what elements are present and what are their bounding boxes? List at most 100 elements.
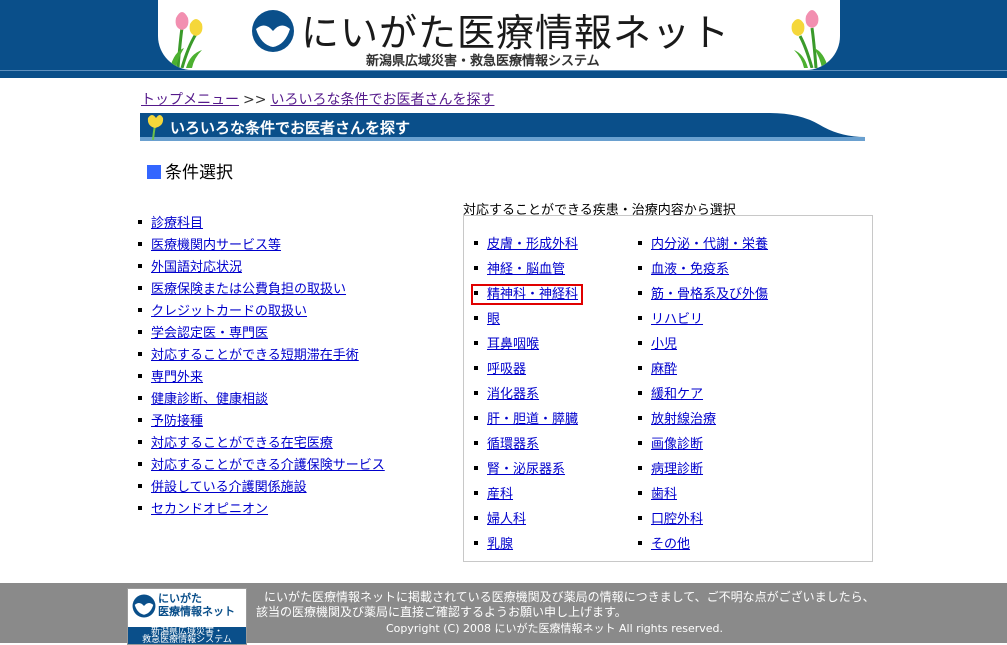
list-item: 緩和ケア: [638, 383, 768, 408]
breadcrumb-top-link[interactable]: トップメニュー: [141, 92, 239, 108]
condition-link[interactable]: クレジットカードの取扱い: [151, 304, 307, 319]
list-item: 対応することができる短期滞在手術: [138, 344, 385, 366]
disease-link[interactable]: 婦人科: [487, 512, 526, 527]
disease-link[interactable]: 口腔外科: [651, 512, 703, 527]
bullet-icon: [638, 341, 642, 345]
list-item: リハビリ: [638, 308, 768, 333]
bullet-icon: [474, 266, 478, 270]
bullet-icon: [138, 462, 142, 466]
disease-link[interactable]: リハビリ: [651, 312, 703, 327]
section-title-bar: いろいろな条件でお医者さんを探す: [140, 113, 865, 141]
disease-link[interactable]: 病理診断: [651, 462, 703, 477]
heading-square-icon: [147, 165, 161, 179]
header-banner[interactable]: にいがた医療情報ネット 新潟県広域災害・救急医療情報システム: [158, 0, 840, 70]
disease-link[interactable]: 血液・免疫系: [651, 262, 729, 277]
site-subtitle: 新潟県広域災害・救急医療情報システム: [366, 54, 600, 69]
bullet-icon: [474, 366, 478, 370]
list-item: 腎・泌尿器系: [474, 458, 580, 483]
list-item: 対応することができる在宅医療: [138, 432, 385, 454]
disease-link[interactable]: 内分泌・代謝・栄養: [651, 237, 768, 252]
list-item: 学会認定医・専門医: [138, 322, 385, 344]
footer-logo-subtitle: 新潟県広域災害・ 救急医療情報システム: [128, 627, 246, 644]
list-item: 産科: [474, 483, 580, 508]
condition-heading-text: 条件選択: [165, 163, 233, 183]
tulip-right-icon: [791, 10, 828, 68]
disease-link[interactable]: 小児: [651, 337, 677, 352]
condition-link[interactable]: 併設している介護関係施設: [151, 480, 307, 495]
list-item: 耳鼻咽喉: [474, 333, 580, 358]
condition-link[interactable]: 診療科目: [151, 216, 203, 231]
list-item: 口腔外科: [638, 508, 768, 533]
disease-link[interactable]: 呼吸器: [487, 362, 526, 377]
site-header: にいがた医療情報ネット 新潟県広域災害・救急医療情報システム: [0, 0, 1007, 78]
footer-notice: にいがた医療情報ネットに掲載されている医療機関及び薬局の情報につきまして、ご不明…: [256, 590, 896, 620]
disease-link[interactable]: 眼: [487, 312, 500, 327]
list-item: 健康診断、健康相談: [138, 388, 385, 410]
list-item: 専門外来: [138, 366, 385, 388]
list-item: 眼: [474, 308, 580, 333]
disease-link[interactable]: 産科: [487, 487, 513, 502]
list-item: 婦人科: [474, 508, 580, 533]
disease-link[interactable]: 放射線治療: [651, 412, 716, 427]
footer-logo-name-line2: 医療情報ネット: [158, 605, 235, 618]
condition-link[interactable]: 外国語対応状況: [151, 260, 242, 275]
condition-link[interactable]: 医療機関内サービス等: [151, 238, 281, 253]
disease-panel: 皮膚・形成外科 神経・脳血管 精神科・神経科 眼 耳鼻咽喉 呼吸器 消化器系 肝…: [463, 215, 873, 562]
list-item: 肝・胆道・膵臓: [474, 408, 580, 433]
disease-link[interactable]: 緩和ケア: [651, 387, 703, 402]
footer-logo[interactable]: にいがた 医療情報ネット 新潟県広域災害・ 救急医療情報システム: [127, 588, 247, 645]
list-item: 循環器系: [474, 433, 580, 458]
condition-link[interactable]: セカンドオピニオン: [151, 502, 268, 517]
bullet-icon: [474, 416, 478, 420]
condition-link[interactable]: 学会認定医・専門医: [151, 326, 268, 341]
list-item: 乳腺: [474, 533, 580, 558]
list-item: 血液・免疫系: [638, 258, 768, 283]
condition-link[interactable]: 健康診断、健康相談: [151, 392, 268, 407]
bullet-icon: [638, 266, 642, 270]
disease-link-psychiatry[interactable]: 精神科・神経科: [487, 287, 578, 302]
list-item: 内分泌・代謝・栄養: [638, 233, 768, 258]
disease-link[interactable]: 神経・脳血管: [487, 262, 565, 277]
bullet-icon: [638, 316, 642, 320]
bullet-icon: [138, 220, 142, 224]
footer-logo-name: にいがた 医療情報ネット: [158, 592, 235, 618]
list-item: 小児: [638, 333, 768, 358]
condition-link[interactable]: 医療保険または公費負担の取扱い: [151, 282, 346, 297]
disease-link[interactable]: 歯科: [651, 487, 677, 502]
condition-link[interactable]: 対応することができる介護保険サービス: [151, 458, 385, 473]
site-footer: にいがた 医療情報ネット 新潟県広域災害・ 救急医療情報システム にいがた医療情…: [0, 583, 1007, 645]
list-item: 対応することができる介護保険サービス: [138, 454, 385, 476]
disease-link[interactable]: その他: [651, 537, 690, 552]
disease-link[interactable]: 皮膚・形成外科: [487, 237, 578, 252]
footer-logo-icon: [132, 594, 156, 618]
bullet-icon: [138, 418, 142, 422]
disease-link[interactable]: 耳鼻咽喉: [487, 337, 539, 352]
list-item: 麻酔: [638, 358, 768, 383]
selected-highlight: 精神科・神経科: [470, 284, 584, 305]
disease-link[interactable]: 画像診断: [651, 437, 703, 452]
disease-link[interactable]: 乳腺: [487, 537, 513, 552]
bullet-icon: [474, 491, 478, 495]
condition-link[interactable]: 専門外来: [151, 370, 203, 385]
bullet-icon: [638, 391, 642, 395]
breadcrumb-current-link[interactable]: いろいろな条件でお医者さんを探す: [270, 92, 494, 108]
bullet-icon: [138, 374, 142, 378]
bullet-icon: [638, 441, 642, 445]
condition-link[interactable]: 予防接種: [151, 414, 203, 429]
bullet-icon: [638, 291, 642, 295]
condition-link[interactable]: 対応することができる短期滞在手術: [151, 348, 359, 363]
disease-link[interactable]: 肝・胆道・膵臓: [487, 412, 578, 427]
bullet-icon: [474, 466, 478, 470]
list-item: 精神科・神経科: [470, 283, 584, 308]
disease-link[interactable]: 筋・骨格系及び外傷: [651, 287, 768, 302]
condition-link[interactable]: 対応することができる在宅医療: [151, 436, 333, 451]
bullet-icon: [138, 484, 142, 488]
disease-link[interactable]: 麻酔: [651, 362, 677, 377]
disease-link[interactable]: 循環器系: [487, 437, 539, 452]
bullet-icon: [638, 516, 642, 520]
disease-link[interactable]: 消化器系: [487, 387, 539, 402]
bullet-icon: [638, 466, 642, 470]
list-item: 外国語対応状況: [138, 256, 385, 278]
list-item: 画像診断: [638, 433, 768, 458]
disease-link[interactable]: 腎・泌尿器系: [487, 462, 565, 477]
